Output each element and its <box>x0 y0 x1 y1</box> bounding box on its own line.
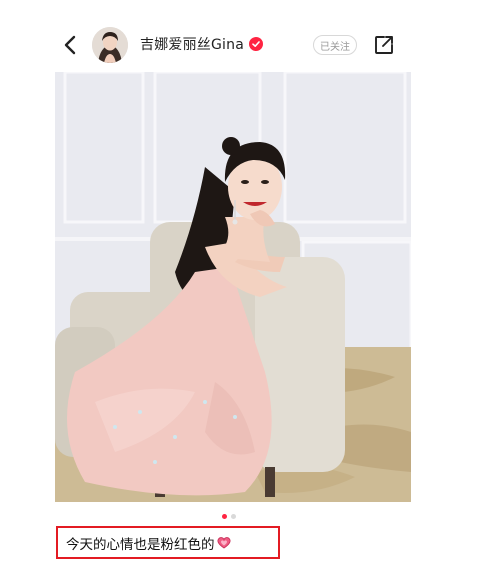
verified-badge-icon <box>249 37 263 51</box>
image-dot-active <box>222 514 227 519</box>
post-photo[interactable] <box>55 72 411 502</box>
back-chevron-icon[interactable] <box>60 33 82 57</box>
image-indicator <box>222 514 236 519</box>
author-avatar[interactable] <box>92 27 128 63</box>
share-icon[interactable] <box>373 34 395 56</box>
post-caption: 今天的心情也是粉红色的 <box>66 536 215 553</box>
author-name[interactable]: 吉娜爱丽丝Gina <box>140 34 244 54</box>
pink-heart-icon <box>216 537 231 549</box>
follow-button[interactable]: 已关注 <box>313 35 357 55</box>
image-dot <box>231 514 236 519</box>
caption-highlight-box: 今天的心情也是粉红色的 <box>56 526 280 559</box>
